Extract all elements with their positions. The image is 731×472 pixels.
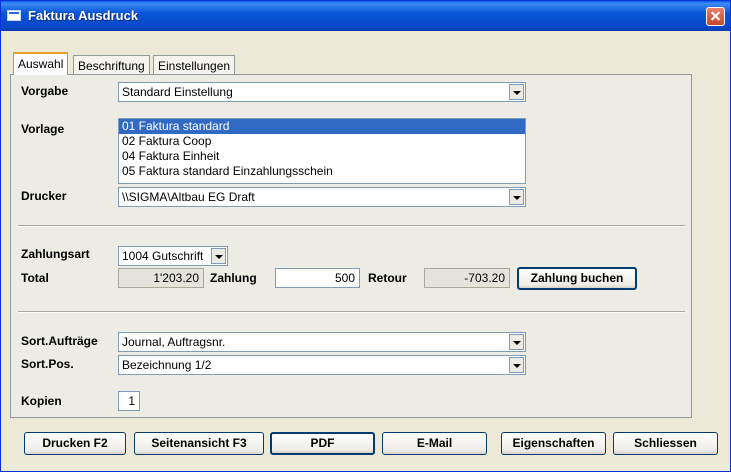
window-title: Faktura Ausdruck: [28, 8, 139, 23]
seitenansicht-button[interactable]: Seitenansicht F3: [134, 432, 264, 455]
total-field: 1'203.20: [118, 268, 204, 288]
zahlung-input[interactable]: 500: [275, 268, 360, 288]
eigenschaften-button[interactable]: Eigenschaften: [501, 432, 606, 455]
vorlage-listbox[interactable]: 01 Faktura standard 02 Faktura Coop 04 F…: [118, 118, 526, 184]
tab-beschriftung[interactable]: Beschriftung: [73, 55, 150, 74]
schliessen-button[interactable]: Schliessen: [613, 432, 718, 455]
vorgabe-dropdown[interactable]: Standard Einstellung: [118, 82, 526, 102]
chevron-down-icon[interactable]: [509, 334, 524, 350]
chevron-down-icon[interactable]: [509, 189, 524, 205]
title-bar[interactable]: Faktura Ausdruck: [1, 1, 730, 31]
tab-auswahl[interactable]: Auswahl: [13, 52, 69, 75]
pdf-button[interactable]: PDF: [270, 432, 375, 455]
tab-einstellungen[interactable]: Einstellungen: [153, 55, 236, 74]
sort-auftraege-dropdown[interactable]: Journal, Auftragsnr.: [118, 332, 526, 352]
drucker-label: Drucker: [21, 189, 67, 203]
window-icon: [7, 10, 21, 21]
sort-auftraege-value: Journal, Auftragsnr.: [122, 335, 226, 349]
drucker-value: \\SIGMA\Altbau EG Draft: [122, 190, 255, 204]
close-icon[interactable]: [706, 7, 725, 26]
sort-auftraege-label: Sort.Aufträge: [21, 334, 98, 348]
sort-pos-value: Bezeichnung 1/2: [122, 358, 212, 372]
vorgabe-label: Vorgabe: [21, 84, 69, 98]
total-label: Total: [21, 271, 49, 285]
list-item[interactable]: 01 Faktura standard: [119, 119, 525, 134]
list-item[interactable]: 02 Faktura Coop: [119, 134, 525, 149]
zahlung-buchen-button[interactable]: Zahlung buchen: [517, 267, 637, 290]
zahlung-label: Zahlung: [210, 271, 257, 285]
chevron-down-icon[interactable]: [211, 248, 226, 264]
retour-label: Retour: [368, 271, 407, 285]
email-button[interactable]: E-Mail: [382, 432, 487, 455]
chevron-down-icon[interactable]: [509, 84, 524, 100]
kopien-label: Kopien: [21, 394, 62, 408]
sort-pos-dropdown[interactable]: Bezeichnung 1/2: [118, 355, 526, 375]
kopien-input[interactable]: 1: [118, 391, 140, 411]
sort-pos-label: Sort.Pos.: [21, 357, 74, 371]
separator: [18, 311, 685, 313]
drucken-button[interactable]: Drucken F2: [24, 432, 126, 455]
chevron-down-icon[interactable]: [509, 357, 524, 373]
list-item[interactable]: 04 Faktura Einheit: [119, 149, 525, 164]
vorlage-label: Vorlage: [21, 122, 65, 136]
dialog-window: Faktura Ausdruck Auswahl Beschriftung Ei…: [0, 0, 731, 472]
zahlungsart-dropdown[interactable]: 1004 Gutschrift: [118, 246, 228, 266]
list-item[interactable]: 05 Faktura standard Einzahlungsschein: [119, 164, 525, 179]
zahlungsart-label: Zahlungsart: [21, 247, 90, 261]
zahlungsart-value: 1004 Gutschrift: [122, 249, 204, 263]
vorgabe-value: Standard Einstellung: [122, 85, 233, 99]
retour-field: -703.20: [424, 268, 510, 288]
separator: [18, 225, 685, 227]
drucker-dropdown[interactable]: \\SIGMA\Altbau EG Draft: [118, 187, 526, 207]
